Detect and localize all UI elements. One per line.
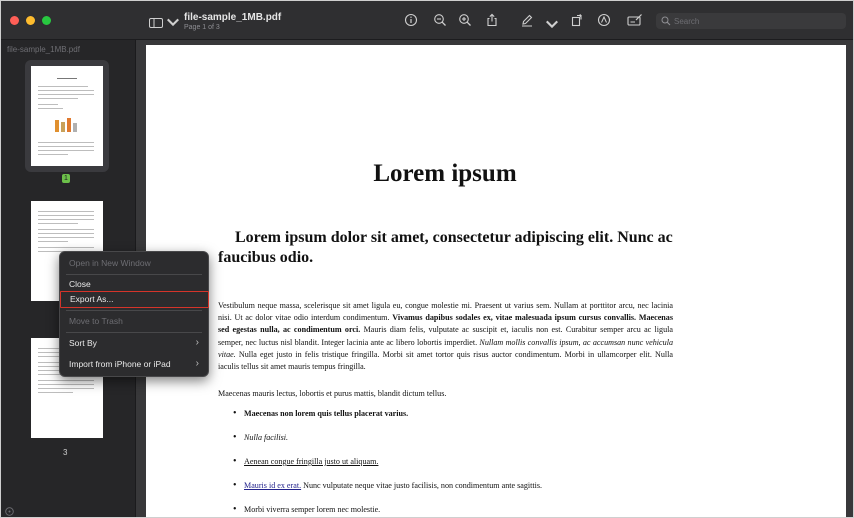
list-item-text: Nulla facilisi. [244, 433, 289, 442]
context-menu: Open in New Window Close Export As... Mo… [59, 251, 209, 377]
list-item-text: Morbi viverra semper lorem nec molestie. [244, 505, 381, 514]
menu-item-label: Move to Trash [69, 316, 123, 326]
share-icon[interactable] [485, 13, 499, 27]
chevron-right-icon: › [195, 337, 199, 348]
menu-item-export-as[interactable]: Export As... [60, 291, 209, 308]
search-input[interactable] [674, 13, 839, 29]
para-text: Nulla eget justo in felis tristique frin… [218, 349, 673, 372]
sidebar-toggle-icon[interactable] [149, 15, 163, 28]
list-item: Mauris id ex erat. Nunc vulputate neque … [231, 480, 681, 504]
menu-item-label: Import from iPhone or iPad [69, 359, 171, 369]
zoom-window-button[interactable] [42, 16, 51, 25]
document-link[interactable]: Mauris id ex erat. [244, 481, 301, 490]
document-viewer[interactable]: Lorem ipsum Lorem ipsum dolor sit amet, … [136, 40, 853, 517]
list-item: Nulla facilisi. [231, 432, 681, 456]
menu-item-label: Open in New Window [69, 258, 151, 268]
document-title: Lorem ipsum [146, 160, 746, 188]
preview-window: file-sample_1MB.pdf Page 1 of 3 Search f… [0, 0, 854, 518]
list-item: Maecenas non lorem quis tellus placerat … [231, 408, 681, 432]
list-item-text: Aenean congue fringilla justo ut aliquam… [244, 457, 379, 466]
zoom-out-icon[interactable] [433, 13, 447, 27]
page-number-label: 3 [63, 448, 68, 457]
thumbnail-page-1[interactable] [25, 60, 109, 172]
close-window-button[interactable] [10, 16, 19, 25]
menu-item-label: Sort By [69, 338, 97, 348]
menu-item-open-in-new-window[interactable]: Open in New Window [60, 255, 208, 271]
page-number-badge: 1 [62, 174, 70, 183]
page-indicator: Page 1 of 3 [184, 24, 220, 31]
chevron-right-icon: › [195, 358, 199, 369]
menu-separator [66, 332, 202, 333]
menu-item-import-from-iphone[interactable]: Import from iPhone or iPad › [60, 356, 208, 372]
window-title: file-sample_1MB.pdf [184, 12, 282, 23]
annotate-icon[interactable] [597, 13, 611, 27]
document-title-text: Lorem ipsum [373, 160, 517, 187]
info-icon[interactable] [404, 13, 418, 27]
body-paragraph-2: Maecenas mauris lectus, lobortis et puru… [218, 389, 447, 398]
pdf-page: Lorem ipsum Lorem ipsum dolor sit amet, … [146, 45, 846, 517]
form-fill-icon[interactable] [627, 13, 643, 27]
chevron-down-icon[interactable] [166, 15, 179, 27]
body-paragraph: Vestibulum neque massa, scelerisque sit … [218, 300, 673, 373]
page-thumbnail [31, 66, 103, 166]
search-field[interactable] [656, 13, 846, 29]
menu-item-sort-by[interactable]: Sort By › [60, 335, 208, 351]
markup-pen-icon[interactable] [520, 13, 534, 27]
bullet-list: Maecenas non lorem quis tellus placerat … [231, 408, 681, 517]
minimize-window-button[interactable] [26, 16, 35, 25]
list-item: Morbi viverra semper lorem nec molestie. [231, 504, 681, 517]
document-heading: Lorem ipsum dolor sit amet, consectetur … [218, 229, 673, 266]
toolbar: file-sample_1MB.pdf Page 1 of 3 [1, 1, 853, 40]
search-icon [661, 16, 671, 26]
chevron-down-icon[interactable] [545, 17, 558, 29]
list-item-text: Maecenas non lorem quis tellus placerat … [244, 409, 409, 418]
zoom-in-icon[interactable] [458, 13, 472, 27]
menu-item-label: Export As... [70, 294, 114, 304]
menu-item-close[interactable]: Close [60, 276, 208, 292]
sidebar-document-title: file-sample_1MB.pdf [7, 45, 80, 54]
sidebar-options-icon[interactable] [5, 503, 14, 516]
list-item-text: Nunc vulputate neque vitae justo facilis… [301, 481, 543, 490]
menu-item-move-to-trash[interactable]: Move to Trash [60, 313, 208, 329]
menu-separator [66, 310, 202, 311]
rotate-icon[interactable] [570, 13, 584, 27]
traffic-lights [10, 16, 51, 25]
menu-separator [66, 274, 202, 275]
menu-item-label: Close [69, 279, 91, 289]
list-item: Aenean congue fringilla justo ut aliquam… [231, 456, 681, 480]
